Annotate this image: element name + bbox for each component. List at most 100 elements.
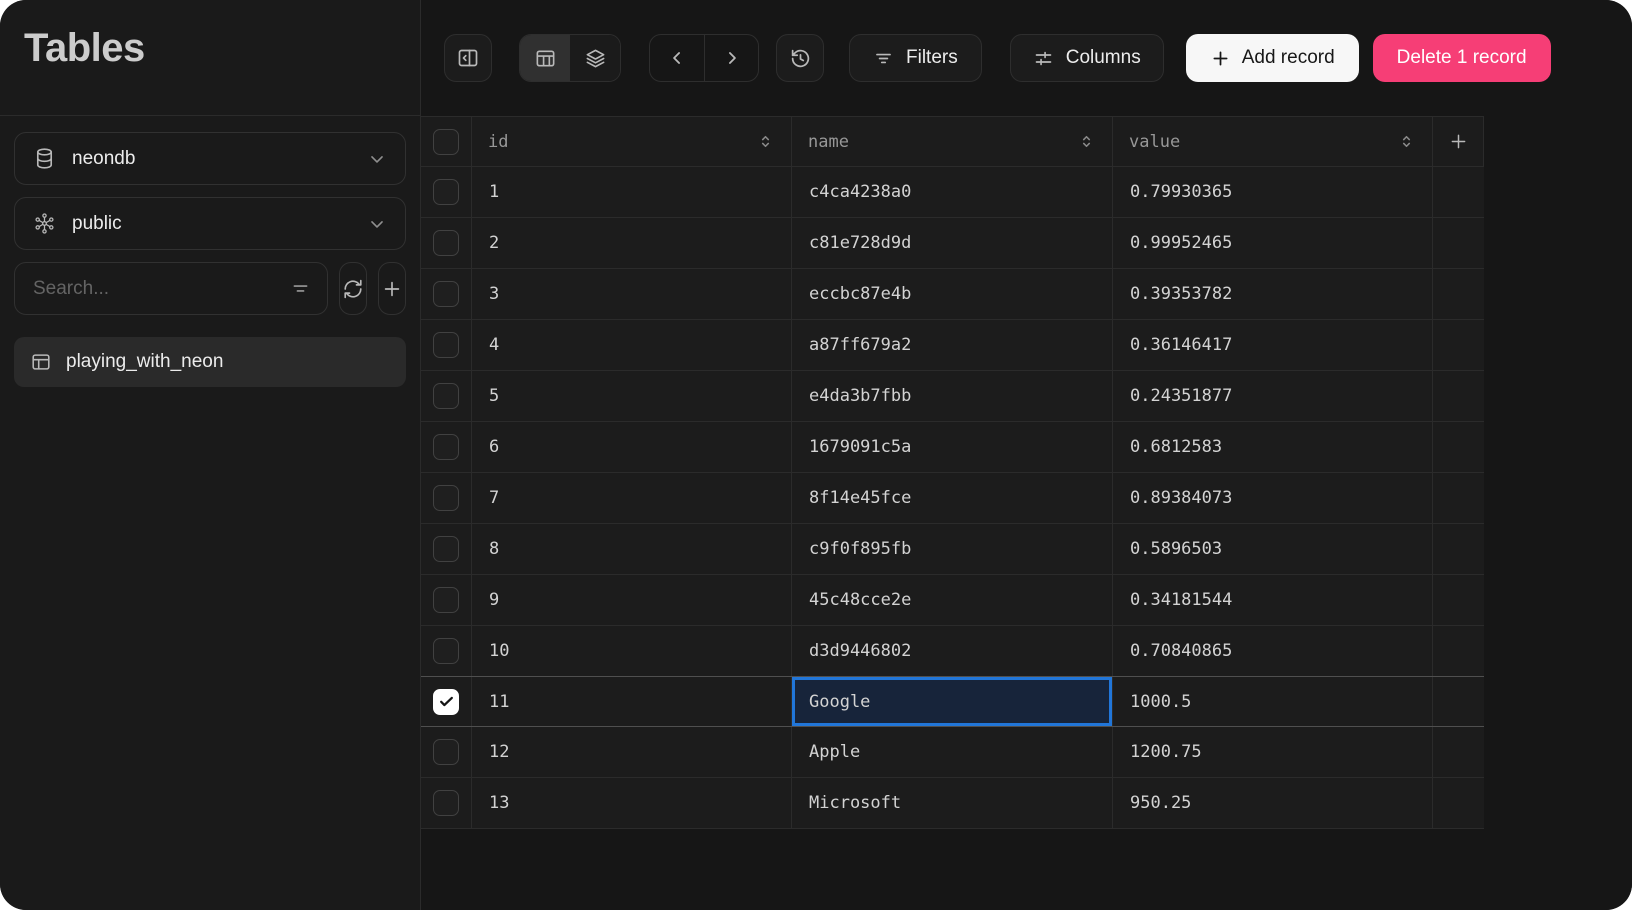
pagination-nav bbox=[649, 34, 759, 82]
row-checkbox[interactable] bbox=[433, 434, 459, 460]
cell-id[interactable]: 10 bbox=[472, 626, 792, 676]
filters-button-label: Filters bbox=[906, 47, 958, 68]
cell-value[interactable]: 0.36146417 bbox=[1113, 320, 1433, 370]
sort-icon[interactable] bbox=[1397, 132, 1416, 151]
toolbar: Filters Columns Add record Delete 1 reco… bbox=[421, 0, 1632, 116]
cell-name[interactable]: c4ca4238a0 bbox=[792, 167, 1113, 217]
row-checkbox[interactable] bbox=[433, 383, 459, 409]
table-row: 3 eccbc87e4b 0.39353782 bbox=[421, 269, 1484, 320]
row-checkbox[interactable] bbox=[433, 281, 459, 307]
cell-name[interactable]: a87ff679a2 bbox=[792, 320, 1113, 370]
row-checkbox[interactable] bbox=[433, 230, 459, 256]
cell-id[interactable]: 9 bbox=[472, 575, 792, 625]
add-column-button[interactable] bbox=[1433, 117, 1484, 166]
column-header-value[interactable]: value bbox=[1113, 117, 1433, 166]
add-record-button[interactable]: Add record bbox=[1185, 34, 1359, 82]
cell-value[interactable]: 1000.5 bbox=[1113, 677, 1433, 726]
cell-value[interactable]: 0.70840865 bbox=[1113, 626, 1433, 676]
cell-name[interactable]: d3d9446802 bbox=[792, 626, 1113, 676]
refresh-button[interactable] bbox=[339, 262, 367, 315]
add-record-button-label: Add record bbox=[1241, 47, 1335, 68]
cell-id[interactable]: 11 bbox=[472, 677, 792, 726]
columns-button-label: Columns bbox=[1065, 47, 1141, 68]
row-checkbox-cell bbox=[421, 218, 472, 268]
cell-value[interactable]: 0.99952465 bbox=[1113, 218, 1433, 268]
main-panel: Filters Columns Add record Delete 1 reco… bbox=[421, 0, 1632, 910]
layers-view-icon bbox=[584, 47, 607, 70]
row-checkbox-cell bbox=[421, 371, 472, 421]
cell-value[interactable]: 950.25 bbox=[1113, 778, 1433, 828]
prev-page-button[interactable] bbox=[650, 35, 704, 81]
sort-icon[interactable] bbox=[756, 132, 775, 151]
table-header-row: id name value bbox=[421, 117, 1484, 167]
delete-record-button[interactable]: Delete 1 record bbox=[1372, 34, 1551, 82]
row-checkbox[interactable] bbox=[433, 739, 459, 765]
chevron-down-icon bbox=[367, 214, 387, 234]
filters-button[interactable]: Filters bbox=[849, 34, 982, 82]
row-checkbox-cell bbox=[421, 422, 472, 472]
schema-select[interactable]: public bbox=[14, 197, 406, 250]
layers-view-toggle[interactable] bbox=[570, 35, 620, 81]
add-table-button[interactable] bbox=[378, 262, 406, 315]
row-checkbox[interactable] bbox=[433, 179, 459, 205]
cell-name[interactable]: Apple bbox=[792, 727, 1113, 777]
cell-id[interactable]: 8 bbox=[472, 524, 792, 574]
cell-id[interactable]: 13 bbox=[472, 778, 792, 828]
cell-name[interactable]: 8f14e45fce bbox=[792, 473, 1113, 523]
cell-id[interactable]: 1 bbox=[472, 167, 792, 217]
cell-id[interactable]: 2 bbox=[472, 218, 792, 268]
cell-id[interactable]: 6 bbox=[472, 422, 792, 472]
cell-name[interactable]: 45c48cce2e bbox=[792, 575, 1113, 625]
sidebar-item-playing-with-neon[interactable]: playing_with_neon bbox=[14, 337, 406, 387]
cell-name[interactable]: c81e728d9d bbox=[792, 218, 1113, 268]
cell-id[interactable]: 7 bbox=[472, 473, 792, 523]
table-row: 6 1679091c5a 0.6812583 bbox=[421, 422, 1484, 473]
cell-name[interactable]: eccbc87e4b bbox=[792, 269, 1113, 319]
row-checkbox[interactable] bbox=[433, 536, 459, 562]
history-button[interactable] bbox=[776, 34, 824, 82]
cell-name[interactable]: 1679091c5a bbox=[792, 422, 1113, 472]
row-checkbox[interactable] bbox=[433, 587, 459, 613]
cell-id[interactable]: 12 bbox=[472, 727, 792, 777]
next-page-button[interactable] bbox=[704, 35, 758, 81]
search-input[interactable] bbox=[31, 276, 280, 301]
cell-value[interactable]: 0.89384073 bbox=[1113, 473, 1433, 523]
row-checkbox-cell bbox=[421, 575, 472, 625]
cell-id[interactable]: 4 bbox=[472, 320, 792, 370]
search-box[interactable] bbox=[14, 262, 328, 315]
cell-value[interactable]: 0.6812583 bbox=[1113, 422, 1433, 472]
row-checkbox[interactable] bbox=[433, 332, 459, 358]
column-header-name[interactable]: name bbox=[792, 117, 1113, 166]
table-view-toggle[interactable] bbox=[520, 35, 570, 81]
columns-button[interactable]: Columns bbox=[1009, 34, 1164, 82]
cell-id[interactable]: 5 bbox=[472, 371, 792, 421]
select-all-cell bbox=[421, 117, 472, 166]
cell-value[interactable]: 0.39353782 bbox=[1113, 269, 1433, 319]
cell-value[interactable]: 1200.75 bbox=[1113, 727, 1433, 777]
table-row: 12 Apple 1200.75 bbox=[421, 727, 1484, 778]
cell-name[interactable]: e4da3b7fbb bbox=[792, 371, 1113, 421]
database-select[interactable]: neondb bbox=[14, 132, 406, 185]
cell-value[interactable]: 0.24351877 bbox=[1113, 371, 1433, 421]
chevron-right-icon bbox=[722, 48, 742, 68]
row-checkbox[interactable] bbox=[433, 638, 459, 664]
column-header-id[interactable]: id bbox=[472, 117, 792, 166]
row-checkbox[interactable] bbox=[433, 790, 459, 816]
cell-name[interactable]: Microsoft bbox=[792, 778, 1113, 828]
sidebar-header: Tables bbox=[0, 0, 420, 116]
cell-value[interactable]: 0.34181544 bbox=[1113, 575, 1433, 625]
chevron-left-icon bbox=[667, 48, 687, 68]
cell-name[interactable]: Google bbox=[792, 677, 1113, 726]
row-checkbox[interactable] bbox=[433, 485, 459, 511]
cell-value[interactable]: 0.79930365 bbox=[1113, 167, 1433, 217]
select-all-checkbox[interactable] bbox=[433, 128, 459, 155]
cell-id[interactable]: 3 bbox=[472, 269, 792, 319]
cell-name[interactable]: c9f0f895fb bbox=[792, 524, 1113, 574]
panel-collapse-icon bbox=[456, 46, 480, 70]
table-row: 10 d3d9446802 0.70840865 bbox=[421, 626, 1484, 677]
sort-icon[interactable] bbox=[1077, 132, 1096, 151]
collapse-sidebar-button[interactable] bbox=[444, 34, 492, 82]
row-checkbox[interactable] bbox=[433, 688, 459, 715]
cell-value[interactable]: 0.5896503 bbox=[1113, 524, 1433, 574]
table-row: 7 8f14e45fce 0.89384073 bbox=[421, 473, 1484, 524]
